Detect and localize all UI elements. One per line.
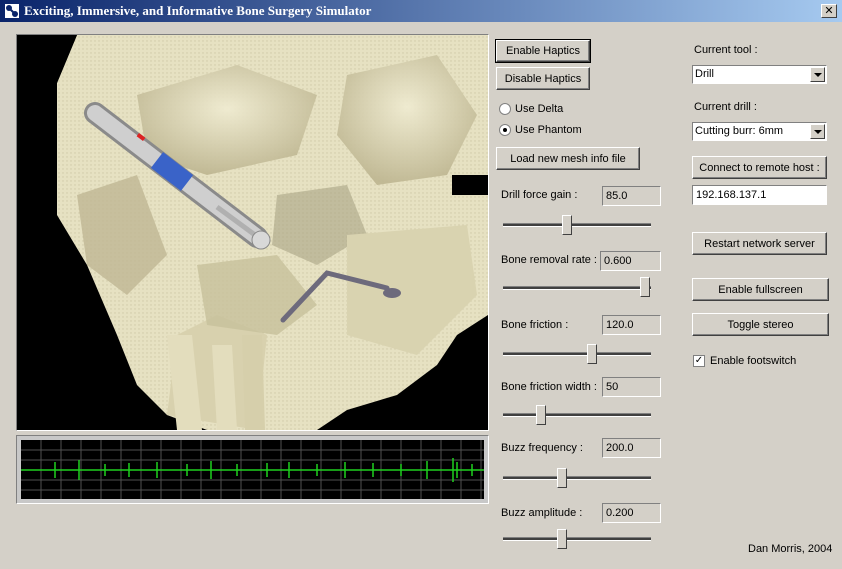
buzz-frequency-slider[interactable] [557,468,567,488]
bone-removal-rate-slider[interactable] [640,277,650,297]
buzz-amplitude-label: Buzz amplitude : [501,507,583,519]
window-title: Exciting, Immersive, and Informative Bon… [24,3,372,18]
app-icon [5,4,19,18]
enable-haptics-button[interactable]: Enable Haptics [495,39,591,63]
restart-network-server-button[interactable]: Restart network server [692,232,827,255]
current-tool-value: Drill [695,68,714,80]
toggle-stereo-button[interactable]: Toggle stereo [692,313,829,336]
load-mesh-button[interactable]: Load new mesh info file [496,147,640,170]
current-drill-label: Current drill : [694,101,757,113]
haptic-waveform [16,435,489,504]
connect-remote-host-button[interactable]: Connect to remote host : [692,156,827,179]
enable-fullscreen-button[interactable]: Enable fullscreen [692,278,829,301]
enable-footswitch-checkbox[interactable]: ✓ [693,355,705,367]
drill-force-gain-track [503,223,651,227]
chevron-down-icon[interactable] [810,67,825,82]
bone-friction-track [503,352,651,356]
author-credit: Dan Morris, 2004 [748,543,833,555]
title-bar: Exciting, Immersive, and Informative Bon… [0,0,842,22]
bone-friction-value[interactable]: 120.0 [602,315,661,335]
bone-friction-label: Bone friction : [501,319,569,331]
bone-friction-width-label: Bone friction width : [501,381,597,393]
use-phantom-label: Use Phantom [515,124,582,136]
use-delta-label: Use Delta [515,103,564,115]
current-drill-select[interactable]: Cutting burr: 6mm [692,122,827,141]
close-button[interactable]: ✕ [821,4,837,18]
enable-footswitch-label: Enable footswitch [710,355,797,367]
check-icon: ✓ [694,355,704,366]
drill-force-gain-slider[interactable] [562,215,572,235]
bone-friction-width-slider[interactable] [536,405,546,425]
buzz-frequency-value[interactable]: 200.0 [602,438,661,458]
buzz-amplitude-value[interactable]: 0.200 [602,503,661,523]
close-icon: ✕ [824,4,834,17]
remote-host-input[interactable]: 192.168.137.1 [692,185,827,205]
buzz-frequency-track [503,476,651,480]
buzz-amplitude-track [503,537,651,541]
current-drill-value: Cutting burr: 6mm [695,125,784,137]
bone-removal-rate-label: Bone removal rate : [501,254,597,266]
bone-friction-slider[interactable] [587,344,597,364]
use-delta-radio[interactable] [499,103,511,115]
disable-haptics-button[interactable]: Disable Haptics [496,67,590,90]
drill-force-gain-value[interactable]: 85.0 [602,186,661,206]
render-viewport[interactable] [16,34,489,431]
buzz-amplitude-slider[interactable] [557,529,567,549]
bone-removal-rate-track [503,286,651,290]
buzz-frequency-label: Buzz frequency : [501,442,583,454]
current-tool-select[interactable]: Drill [692,65,827,84]
drill-force-gain-label: Drill force gain : [501,189,578,201]
chevron-down-icon[interactable] [810,124,825,139]
use-phantom-radio[interactable] [499,124,511,136]
current-tool-label: Current tool : [694,44,758,56]
skull-render [17,35,488,430]
bone-friction-width-track [503,413,651,417]
bone-friction-width-value[interactable]: 50 [602,377,661,397]
bone-removal-rate-value[interactable]: 0.600 [600,251,661,271]
